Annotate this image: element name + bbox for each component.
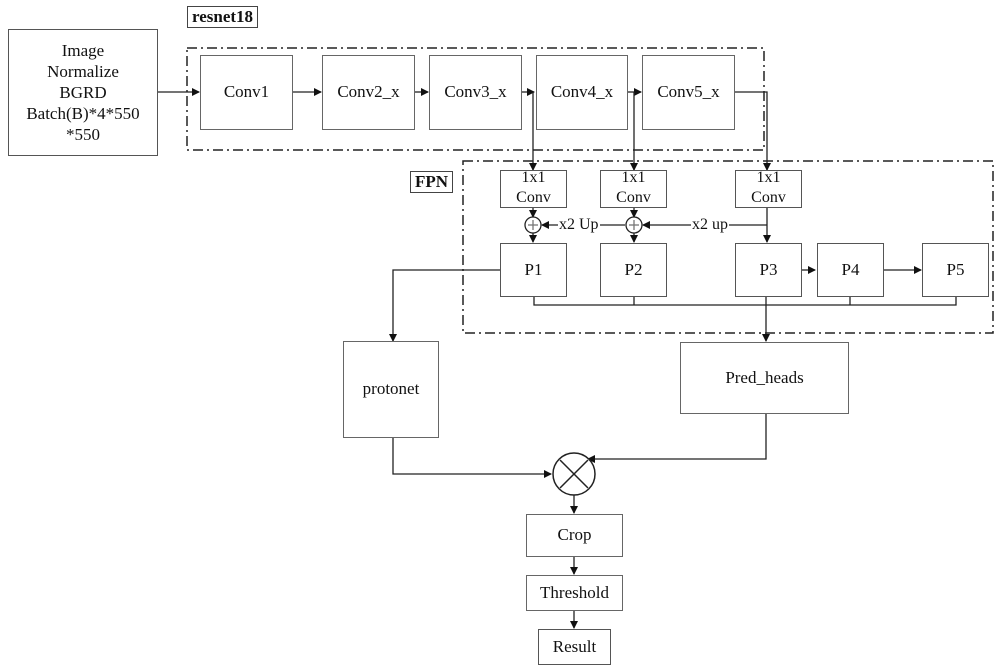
lateral-conv-line2: Conv: [751, 189, 786, 206]
lateral-conv-line2: Conv: [516, 189, 551, 206]
arrow-protonet-multiply: [392, 438, 552, 478]
fpn-level-p3: P3: [735, 243, 802, 297]
add-op-icon: [524, 216, 542, 234]
lateral-conv-line1: 1x1: [621, 170, 646, 186]
lateral-conv-2: 1x1 Conv: [600, 170, 667, 208]
threshold-block: Threshold: [526, 575, 623, 611]
fpn-level-p5: P5: [922, 243, 989, 297]
arrow-p1-protonet: [389, 269, 500, 342]
pred-heads-block: Pred_heads: [680, 342, 849, 414]
input-line: Normalize: [47, 62, 119, 81]
lateral-conv-3: 1x1 Conv: [735, 170, 802, 208]
arrow-conv5-lateral3: [735, 91, 771, 171]
fpn-label: FPN: [410, 171, 454, 193]
input-box: Image Normalize BGRD Batch(B)*4*550 *550: [8, 29, 158, 156]
p-levels-bus: [533, 297, 957, 306]
backbone-block-conv3: Conv3_x: [429, 55, 522, 130]
lateral-conv-line1: 1x1: [756, 170, 781, 186]
fpn-level-p2: P2: [600, 243, 667, 297]
input-line: *550: [66, 125, 100, 144]
add-op-icon: [625, 216, 643, 234]
backbone-block-conv5: Conv5_x: [642, 55, 735, 130]
lateral-conv-line2: Conv: [616, 189, 651, 206]
upsample-label-1: x2 Up: [558, 216, 600, 234]
lateral-conv-line1: 1x1: [521, 170, 546, 186]
backbone-block-conv1: Conv1: [200, 55, 293, 130]
fpn-level-p1: P1: [500, 243, 567, 297]
backbone-block-conv2: Conv2_x: [322, 55, 415, 130]
input-line: Image: [61, 41, 105, 60]
fpn-level-p4: P4: [817, 243, 884, 297]
protonet-block: protonet: [343, 341, 439, 438]
multiply-op-icon: [552, 452, 596, 496]
input-line: BGRD: [59, 83, 107, 102]
result-block: Result: [538, 629, 611, 665]
arrow-predheads-multiply: [587, 414, 767, 463]
resnet18-label: resnet18: [187, 6, 259, 28]
input-line: Batch(B)*4*550: [26, 104, 140, 123]
lateral-conv-1: 1x1 Conv: [500, 170, 567, 208]
upsample-label-2: x2 up: [691, 216, 729, 234]
crop-block: Crop: [526, 514, 623, 557]
backbone-block-conv4: Conv4_x: [536, 55, 628, 130]
